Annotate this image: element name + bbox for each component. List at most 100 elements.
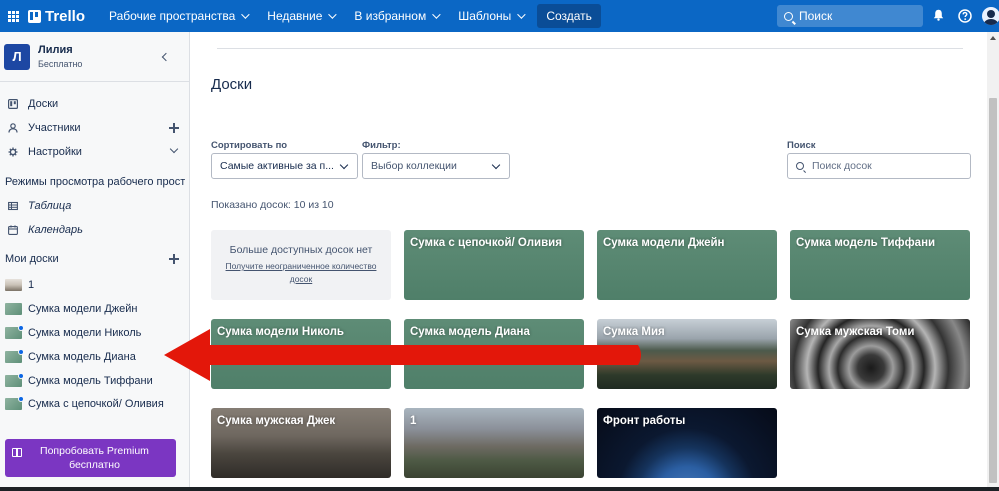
board-tile-title: Сумка мужская Джек <box>217 415 336 427</box>
filter-value: Выбор коллекции <box>371 160 457 172</box>
sidebar-item-settings[interactable]: Настройки <box>0 142 189 162</box>
unread-dot-icon <box>18 373 24 379</box>
workspace-plan: Бесплатно <box>38 59 83 69</box>
sidebar-board-item[interactable]: Сумка с цепочкой/ Оливия <box>0 394 189 414</box>
filter-select[interactable]: Выбор коллекции <box>362 153 510 179</box>
unread-dot-icon <box>18 325 24 331</box>
board-tile[interactable]: Сумка модель Диана <box>404 319 584 389</box>
nav-recent[interactable]: Недавние <box>257 0 344 32</box>
board-tile-title: 1 <box>410 415 417 427</box>
trello-logo-icon <box>28 9 41 23</box>
chevron-down-icon <box>432 10 441 19</box>
sidebar-board-item[interactable]: Сумка модель Тиффани <box>0 371 189 391</box>
board-tile[interactable]: Сумка модели Джейн <box>597 230 777 300</box>
top-nav: Рабочие пространства Недавние В избранно… <box>99 0 601 32</box>
trello-logo[interactable]: Trello <box>28 8 85 25</box>
board-tile-title: Фронт работы <box>603 415 686 427</box>
top-search-placeholder: Поиск <box>799 9 833 23</box>
premium-line-1: Попробовать Premium <box>40 445 149 457</box>
board-icon <box>8 99 19 110</box>
sidebar-item-label: Таблица <box>28 200 72 212</box>
board-thumbnail <box>5 349 24 363</box>
top-bar: Trello Рабочие пространства Недавние В и… <box>0 0 999 32</box>
filter-label: Фильтр: <box>362 140 401 151</box>
help-icon[interactable] <box>958 9 972 23</box>
chevron-down-icon <box>328 10 338 19</box>
nav-workspaces[interactable]: Рабочие пространства <box>99 0 257 32</box>
taskbar-strip <box>0 487 999 491</box>
premium-label: Попробовать Premium бесплатно <box>32 444 149 472</box>
create-button[interactable]: Создать <box>537 4 601 28</box>
chevron-down-icon <box>241 10 250 19</box>
board-tile[interactable]: Сумка Мия <box>597 319 777 389</box>
unlimited-boards-link[interactable]: Получите неограниченное количество досок <box>211 260 391 286</box>
board-tile[interactable]: Сумка модели Николь <box>211 319 391 389</box>
workspace-avatar[interactable]: Л <box>4 43 30 70</box>
page-title: Доски <box>211 76 253 93</box>
add-board-icon[interactable] <box>169 254 179 264</box>
try-premium-button[interactable]: Попробовать Premium бесплатно <box>5 439 176 477</box>
bell-icon[interactable] <box>933 9 944 21</box>
sidebar-item-boards[interactable]: Доски <box>0 94 189 114</box>
nav-templates[interactable]: Шаблоны <box>448 0 533 32</box>
sidebar: Л Лилия Бесплатно Доски Участники Настро… <box>0 32 190 491</box>
add-member-icon[interactable] <box>169 123 179 133</box>
sidebar-board-item[interactable]: Сумка модель Диана <box>0 347 189 367</box>
views-section-title: Режимы просмотра рабочего пространства <box>5 176 185 188</box>
board-tile-title: Сумка модель Диана <box>410 326 530 338</box>
apps-grid-icon[interactable] <box>2 0 24 32</box>
unread-dot-icon <box>18 349 24 355</box>
board-tile[interactable]: Сумка модель Тиффани <box>790 230 970 300</box>
nav-recent-label: Недавние <box>267 9 323 23</box>
my-boards-title: Мои доски <box>5 253 59 265</box>
board-tile[interactable]: Сумка с цепочкой/ Оливия <box>404 230 584 300</box>
sidebar-item-label: Календарь <box>28 224 83 236</box>
board-thumbnail <box>5 303 22 315</box>
sidebar-item-table[interactable]: Таблица <box>0 196 189 216</box>
board-tile[interactable]: Сумка мужская Джек <box>211 408 391 478</box>
divider <box>217 48 963 49</box>
workspace-header: Л Лилия Бесплатно <box>0 32 189 82</box>
sidebar-board-label: Сумка модель Диана <box>28 351 136 363</box>
sidebar-board-item[interactable]: 1 <box>0 275 189 295</box>
sidebar-item-label: Доски <box>28 98 59 110</box>
collapse-sidebar-icon[interactable] <box>161 52 171 62</box>
logo-text: Trello <box>45 7 86 25</box>
board-tile[interactable]: Фронт работы <box>597 408 777 478</box>
sidebar-board-label: Сумка модели Николь <box>28 327 142 339</box>
board-search-placeholder: Поиск досок <box>812 160 872 172</box>
sidebar-item-members[interactable]: Участники <box>0 118 189 138</box>
sidebar-board-label: Сумка с цепочкой/ Оливия <box>28 398 164 410</box>
sidebar-board-label: Сумка модель Тиффани <box>28 375 153 387</box>
sidebar-board-item[interactable]: Сумка модели Джейн <box>0 299 189 319</box>
boards-count-text: Показано досок: 10 из 10 <box>211 199 334 211</box>
nav-starred[interactable]: В избранном <box>344 0 448 32</box>
board-tile[interactable]: Сумка мужская Томи <box>790 319 970 389</box>
sidebar-item-label: Настройки <box>28 146 82 158</box>
chevron-down-icon <box>517 10 526 19</box>
sidebar-board-item[interactable]: Сумка модели Николь <box>0 323 189 343</box>
search-label: Поиск <box>787 140 816 151</box>
board-tile-title: Сумка с цепочкой/ Оливия <box>410 237 562 249</box>
board-thumbnail <box>5 279 22 291</box>
sidebar-item-label: Участники <box>28 122 81 134</box>
sort-value: Самые активные за п... <box>220 160 334 172</box>
no-more-boards-tile: Больше доступных досок нет Получите неог… <box>211 230 391 300</box>
board-thumbnail <box>5 373 24 387</box>
workspace-info: Лилия Бесплатно <box>38 44 82 69</box>
board-tile[interactable]: 1 <box>404 408 584 478</box>
scroll-up-icon[interactable] <box>990 36 996 40</box>
nav-templates-label: Шаблоны <box>458 9 512 23</box>
board-thumbnail <box>5 396 24 410</box>
board-tile-title: Сумка модели Николь <box>217 326 344 338</box>
premium-line-2: бесплатно <box>69 459 120 471</box>
scrollbar-thumb[interactable] <box>989 98 997 483</box>
board-search-input[interactable]: Поиск досок <box>787 153 971 179</box>
my-boards-header: Мои доски <box>0 249 189 269</box>
board-tile-title: Сумка модели Джейн <box>603 237 725 249</box>
chevron-down-icon <box>491 160 501 170</box>
top-search-input[interactable]: Поиск <box>777 5 923 27</box>
account-icon[interactable] <box>982 7 999 25</box>
sort-select[interactable]: Самые активные за п... <box>211 153 358 179</box>
sidebar-item-calendar[interactable]: Календарь <box>0 220 189 240</box>
